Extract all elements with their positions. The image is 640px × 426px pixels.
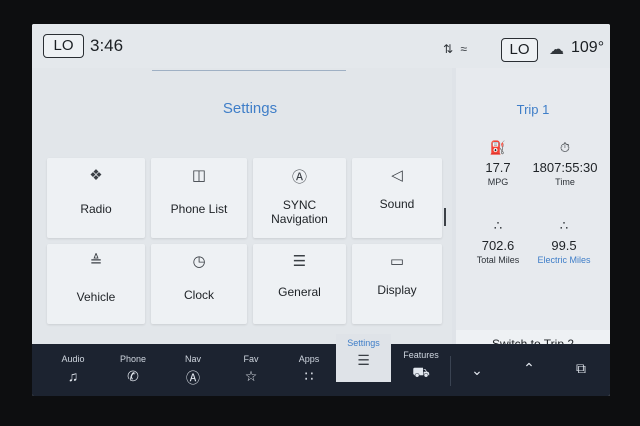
settings-panel: Settings ❖ Radio ◫ Phone List Ⓐ SYNC Nav…: [32, 68, 452, 357]
signal-icon: ⇅: [443, 42, 456, 56]
nav-label: Apps: [298, 354, 320, 364]
nav-label: Features: [403, 350, 439, 360]
tile-clock[interactable]: ◷ Clock: [151, 244, 247, 324]
page-title: Settings: [222, 100, 278, 117]
tile-label: Sound: [379, 197, 415, 211]
bottom-nav-bar: Audio ♫ Phone ✆ Nav Ⓐ Fav ☆ Apps ∷ Setti…: [32, 334, 610, 396]
nav-copy[interactable]: ⧉: [556, 344, 606, 396]
stat-electric-miles: ∴ 99.5 Electric Miles: [526, 218, 602, 265]
tile-label: Radio: [80, 202, 112, 216]
apps-grid-icon: ∷: [304, 368, 314, 384]
radio-icon: ❖: [89, 167, 103, 184]
nav-label: Audio: [61, 354, 85, 364]
stat-value: 99.5: [551, 238, 577, 253]
wifi-icon: ≈: [460, 42, 469, 56]
vehicle-icon: ≜: [89, 253, 103, 270]
tile-display[interactable]: ▭ Display: [352, 244, 442, 324]
nav-label: Phone: [119, 354, 147, 364]
tile-sync-navigation[interactable]: Ⓐ SYNC Navigation: [253, 158, 346, 238]
nav-chevron-down[interactable]: ⌄: [452, 344, 502, 396]
left-climate-badge[interactable]: LO: [43, 34, 84, 58]
speaker-icon: ◁: [391, 167, 403, 184]
chevron-down-icon: ⌄: [471, 362, 483, 378]
clock-icon: ◷: [192, 253, 206, 270]
stat-value: 702.6: [481, 238, 515, 253]
navigation-icon: Ⓐ: [291, 169, 307, 186]
tile-phone-list[interactable]: ◫ Phone List: [151, 158, 247, 238]
chevron-up-icon: ⌃: [523, 360, 535, 376]
title-divider: [152, 70, 346, 71]
nav-fav[interactable]: Fav ☆: [224, 344, 278, 396]
trip-title: Trip 1: [516, 102, 550, 117]
nav-label: Nav: [184, 354, 201, 364]
road-icon: ∴: [493, 218, 503, 233]
stat-time: ⏱ 1807:55:30 Time: [524, 140, 606, 187]
tile-label: Display: [377, 283, 417, 297]
nav-divider: [450, 356, 451, 386]
status-bar: LO 3:46 ⇅ ≈ LO ☁ 109°: [32, 24, 610, 68]
nav-settings[interactable]: Settings ☰: [336, 334, 391, 382]
status-icons: ⇅ ≈: [443, 42, 469, 56]
electric-road-icon: ∴: [559, 218, 569, 233]
nav-phone[interactable]: Phone ✆: [106, 344, 160, 396]
nav-chevron-up[interactable]: ⌃: [504, 344, 554, 396]
truck-icon: ⛟: [412, 364, 430, 380]
tile-radio[interactable]: ❖ Radio: [47, 158, 145, 238]
tile-vehicle[interactable]: ≜ Vehicle: [47, 244, 145, 324]
outside-temperature: 109°: [571, 39, 605, 56]
sliders-icon: ☰: [357, 352, 370, 368]
nav-audio[interactable]: Audio ♫: [46, 344, 100, 396]
music-note-icon: ♫: [67, 368, 79, 384]
scroll-indicator[interactable]: [444, 208, 446, 226]
tile-label: General: [278, 285, 321, 299]
stat-label: Total Miles: [476, 255, 520, 265]
clock-time: 3:46: [90, 36, 124, 55]
stat-label: Time: [555, 177, 575, 187]
nav-apps[interactable]: Apps ∷: [282, 344, 336, 396]
infotainment-screen: LO 3:46 ⇅ ≈ LO ☁ 109° Settings ❖ Radio ◫…: [32, 24, 610, 396]
nav-features[interactable]: Features ⛟: [394, 344, 448, 396]
nav-label: Settings: [347, 338, 380, 348]
stat-total-miles: ∴ 702.6 Total Miles: [460, 218, 536, 265]
nav-label: Fav: [243, 354, 259, 364]
stat-value: 1807:55:30: [532, 160, 598, 175]
nav-nav[interactable]: Nav Ⓐ: [166, 344, 220, 396]
star-icon: ☆: [244, 368, 258, 384]
stat-label: Electric Miles: [537, 255, 591, 265]
right-climate-badge[interactable]: LO: [501, 38, 538, 62]
tile-label: Clock: [183, 288, 214, 302]
weather-icon: ☁: [549, 41, 564, 58]
tile-general[interactable]: ☰ General: [253, 244, 346, 324]
tile-label: SYNC Navigation: [271, 198, 328, 226]
sliders-icon: ☰: [292, 253, 307, 270]
stopwatch-icon: ⏱: [559, 140, 571, 155]
copy-icon: ⧉: [576, 360, 586, 376]
display-icon: ▭: [389, 253, 405, 270]
tile-label: Vehicle: [76, 290, 116, 304]
navigation-icon: Ⓐ: [186, 370, 200, 386]
tile-sound[interactable]: ◁ Sound: [352, 158, 442, 238]
phone-list-icon: ◫: [191, 167, 207, 184]
tile-label: Phone List: [170, 202, 228, 216]
phone-icon: ✆: [127, 368, 139, 384]
